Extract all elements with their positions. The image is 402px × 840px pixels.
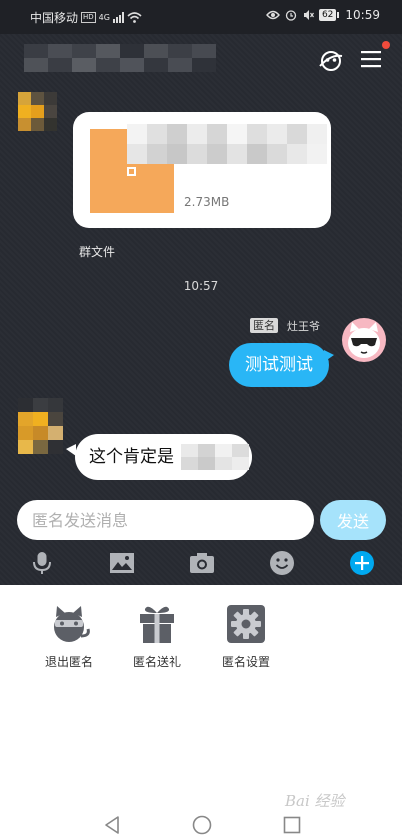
alarm-icon [285,10,297,21]
network-label: 4G [98,13,110,22]
file-type-icon [127,167,136,176]
panel-item-label: 退出匿名 [44,655,93,669]
avatar-other-1 [18,92,57,131]
chat-title-blurred [24,44,216,72]
cool-cat-avatar-icon [348,322,380,358]
microphone-icon[interactable] [29,550,55,576]
status-bar: 中国移动 HD 4G 62 10:59 [0,0,402,34]
message-blurred-part [181,444,249,470]
mute-icon [303,10,314,20]
carrier-label: 中国移动 [30,11,79,25]
anonymous-mask-icon[interactable] [318,48,344,74]
anonymous-tag: 匿名 [250,318,278,333]
hd-badge: HD [81,12,96,23]
message-timestamp: 10:57 [183,279,219,293]
chat-header [0,34,402,86]
recents-icon[interactable] [283,816,301,834]
home-icon[interactable] [192,815,212,835]
eye-icon [266,10,280,20]
camera-icon[interactable] [189,550,215,576]
gift-icon [140,606,174,643]
anonymous-cat-icon [54,606,90,642]
send-button[interactable]: 发送 [320,500,386,540]
my-message-bubble[interactable]: 测试测试 [229,343,329,387]
avatar-me[interactable] [342,318,386,362]
exit-anonymous-button[interactable]: 退出匿名 [29,603,109,670]
plus-icon[interactable] [349,550,375,576]
notification-dot [382,41,390,49]
back-icon[interactable] [103,815,121,835]
emoji-icon[interactable] [269,550,295,576]
file-message-card[interactable]: 2.73MB [73,112,331,228]
signal-icon [112,12,124,23]
panel-item-label: 匿名送礼 [132,655,181,669]
other-message-text: 这个肯定是 [89,447,174,467]
file-caption: 群文件 [79,245,116,259]
battery-indicator: 62 [318,9,340,21]
other-message-bubble[interactable]: 这个肯定是 [75,434,252,480]
avatar-other-2 [18,398,63,454]
anonymous-gift-button[interactable]: 匿名送礼 [117,603,197,670]
watermark: Bai 经验 [285,792,345,810]
file-name-blurred [127,124,327,164]
panel-item-label: 匿名设置 [221,655,270,669]
anonymous-options-panel: 退出匿名 匿名送礼 匿名设置 [0,585,402,785]
clock: 10:59 [345,8,380,22]
sender-name: 灶王爷 [287,320,320,333]
menu-icon[interactable] [361,50,381,68]
wifi-icon [127,12,142,23]
file-size: 2.73MB [184,195,230,209]
anonymous-settings-button[interactable]: 匿名设置 [206,603,286,670]
image-icon[interactable] [109,550,135,576]
message-input[interactable] [17,500,314,540]
settings-gear-icon [227,605,265,643]
